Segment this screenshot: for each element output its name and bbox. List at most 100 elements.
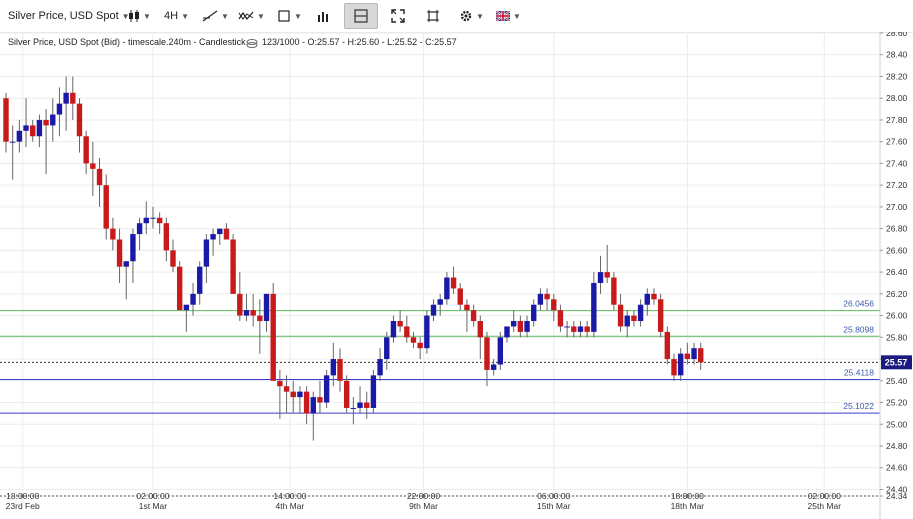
candle-bear xyxy=(90,141,96,197)
candle-bear xyxy=(70,76,76,120)
candle-bull xyxy=(677,348,684,381)
candle-body xyxy=(290,391,296,398)
candle-bear xyxy=(364,391,370,419)
gear-icon xyxy=(460,10,472,22)
candle-bull xyxy=(350,397,357,425)
candle-body xyxy=(250,310,256,316)
x-tick-time: 18:00:00 xyxy=(6,491,39,501)
x-tick-time: 18:00:00 xyxy=(671,491,704,501)
candle-bear xyxy=(156,212,163,235)
candle-bear xyxy=(571,321,577,338)
candle-bull xyxy=(430,299,437,322)
candle-bull xyxy=(143,201,149,235)
fit-frame-icon xyxy=(427,10,439,22)
candle-bull xyxy=(497,331,504,370)
candle-body xyxy=(477,321,483,338)
settings-button[interactable]: ▼ xyxy=(459,5,484,27)
price-tag-label: 25.57 xyxy=(885,357,908,367)
rectangle-tool-icon xyxy=(278,10,290,22)
candle-body xyxy=(197,266,203,294)
chart-type-button[interactable]: ▼ xyxy=(128,5,151,27)
level-label: 25.1022 xyxy=(843,401,874,411)
candle-bear xyxy=(450,266,457,294)
candle-body xyxy=(504,326,510,338)
candle-body xyxy=(571,326,577,332)
candle-bull xyxy=(531,299,537,327)
candle-body xyxy=(671,359,677,376)
language-selector[interactable]: ▼ xyxy=(496,5,521,27)
annotation-button[interactable]: ▼ xyxy=(277,5,302,27)
candle-bear xyxy=(551,293,557,322)
crosshair-toggle-button[interactable] xyxy=(344,3,378,29)
candle-bull xyxy=(323,369,330,408)
candle-bull xyxy=(691,342,697,365)
candle-body xyxy=(277,380,283,387)
candle-bull xyxy=(203,234,210,283)
candle-bear xyxy=(651,288,657,305)
candle-body xyxy=(243,310,250,316)
chart-toolbar: Silver Price, USD Spot ▼ ▼ 4H ▼ ▼ ▼ ▼ ▼ … xyxy=(0,0,913,33)
candle-body xyxy=(490,364,497,370)
y-tick-label: 28.20 xyxy=(886,71,908,81)
candle-body xyxy=(50,114,56,126)
volume-button[interactable] xyxy=(316,5,330,27)
candle-bear xyxy=(176,261,183,311)
instrument-label: Silver Price, USD Spot xyxy=(8,10,119,22)
timeframe-selector[interactable]: 4H ▼ xyxy=(164,5,189,27)
fullscreen-button[interactable] xyxy=(391,5,405,27)
y-tick-label: 24.80 xyxy=(886,441,908,451)
level-label: 25.8098 xyxy=(843,324,874,334)
candle-body xyxy=(497,337,504,365)
candle-body xyxy=(217,228,223,235)
candle-body xyxy=(410,337,417,343)
candle-bull xyxy=(377,348,383,381)
candle-body xyxy=(677,353,684,376)
candle-bear xyxy=(617,293,624,332)
candle-bull xyxy=(370,369,377,414)
candle-body xyxy=(76,103,83,137)
candle-bull xyxy=(217,228,223,245)
layers-icon[interactable] xyxy=(246,39,258,48)
candle-bear xyxy=(684,342,691,365)
candlestick-chart[interactable]: 26.045625.809825.411825.1022 28.6028.402… xyxy=(0,32,913,519)
candle-body xyxy=(524,321,530,332)
candle-body xyxy=(63,92,69,104)
x-tick-date: 9th Mar xyxy=(409,501,438,511)
candle-bear xyxy=(230,234,236,294)
y-tick-label: 27.80 xyxy=(886,115,908,125)
candle-body xyxy=(551,299,557,311)
candle-bear xyxy=(611,272,617,311)
chevron-down-icon: ▼ xyxy=(181,11,189,21)
current-price-tag: 25.57 xyxy=(881,355,912,370)
indicators-button[interactable]: ▼ xyxy=(238,5,265,27)
candle-bull xyxy=(16,119,23,153)
candle-body xyxy=(370,375,377,408)
ohlc-readout: 123/1000 - O:25.57 - H:25.60 - L:25.52 -… xyxy=(262,37,457,47)
instrument-selector[interactable]: Silver Price, USD Spot ▼ xyxy=(8,5,130,27)
candle-body xyxy=(691,348,697,360)
y-tick-label: 28.40 xyxy=(886,50,908,60)
chevron-down-icon: ▼ xyxy=(513,11,521,21)
candle-bear xyxy=(517,315,524,338)
candle-body xyxy=(564,326,570,328)
candle-bear xyxy=(404,315,410,343)
candle-bear xyxy=(557,304,564,332)
expand-icon xyxy=(391,9,405,23)
candle-bear xyxy=(343,375,350,414)
candle-bull xyxy=(524,315,530,338)
candle-bull xyxy=(210,228,216,256)
candle-body xyxy=(223,228,230,240)
candle-bull xyxy=(310,391,316,441)
candle-bull xyxy=(504,326,510,343)
candle-body xyxy=(657,299,664,332)
candle-body xyxy=(424,315,430,349)
x-tick-date: 4th Mar xyxy=(275,501,304,511)
timeframe-label: 4H xyxy=(164,10,179,22)
candle-bear xyxy=(698,342,704,370)
fit-to-screen-button[interactable] xyxy=(426,5,440,27)
candles xyxy=(3,76,704,441)
line-tools-button[interactable]: ▼ xyxy=(202,5,229,27)
candle-bear xyxy=(30,119,36,142)
chevron-down-icon: ▼ xyxy=(257,11,265,21)
level-label: 25.4118 xyxy=(844,368,874,378)
